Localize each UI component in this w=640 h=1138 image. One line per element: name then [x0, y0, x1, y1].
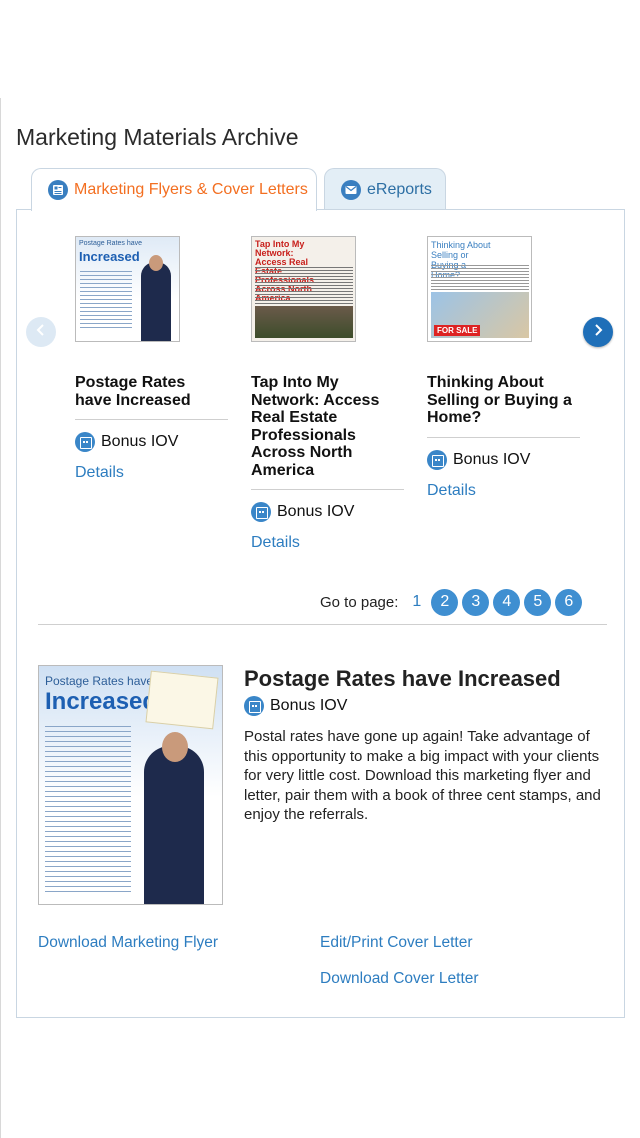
chevron-left-icon [36, 323, 46, 341]
flyer-thumbnail[interactable]: Postage Rates have Increased [75, 236, 180, 342]
carousel-next-button[interactable] [583, 317, 613, 347]
card-divider [427, 436, 580, 438]
thumbnail-headline: Increased [79, 249, 140, 264]
carousel-card: Postage Rates have Increased Postage Rat… [75, 236, 229, 482]
calendar-icon [427, 449, 447, 470]
preview-person [144, 746, 204, 904]
newsletter-icon [48, 180, 68, 200]
thumbnail-person [141, 262, 171, 341]
details-link[interactable]: Details [251, 534, 405, 552]
preview-header: Postage Rates have [45, 674, 154, 688]
page-current[interactable]: 1 [412, 593, 421, 611]
preview-headline: Increased [45, 688, 158, 715]
page-title: Marketing Materials Archive [16, 124, 299, 150]
badge-label: Bonus IOV [453, 450, 531, 468]
section-divider [38, 624, 607, 625]
bonus-badge: Bonus IOV [251, 502, 405, 522]
preview-note-card [145, 670, 219, 730]
detail-description: Postal rates have gone up again! Take ad… [244, 728, 601, 823]
thumbnail-header: Postage Rates have [79, 240, 143, 247]
thumbnail-text-lines [255, 267, 353, 307]
page-button[interactable]: 5 [524, 588, 552, 616]
tab-ereports[interactable]: eReports [324, 168, 446, 210]
page-button[interactable]: 3 [462, 588, 490, 616]
tab-label: eReports [367, 180, 432, 198]
preview-face [162, 732, 188, 762]
edit-print-letter-link[interactable]: Edit/Print Cover Letter [320, 934, 472, 952]
flyer-preview-image[interactable]: Postage Rates have Increased [38, 665, 223, 905]
tab-marketing-flyers[interactable]: Marketing Flyers & Cover Letters [31, 168, 317, 211]
calendar-icon [251, 502, 271, 522]
card-title[interactable]: Thinking About Selling or Buying a Home? [427, 374, 577, 427]
carousel-card: Thinking About Selling or Buying a Home?… [427, 236, 581, 500]
for-sale-sign: FOR SALE [434, 325, 481, 336]
carousel-card: Tap Into My Network: Access Real Estate … [251, 236, 405, 552]
details-link[interactable]: Details [427, 482, 581, 500]
detail-title: Postage Rates have Increased [244, 666, 561, 691]
page-button[interactable]: 4 [493, 588, 521, 616]
badge-label: Bonus IOV [101, 433, 179, 450]
thumbnail-face [149, 255, 163, 271]
download-letter-link[interactable]: Download Cover Letter [320, 970, 479, 988]
bonus-badge: Bonus IOV [75, 432, 229, 452]
tab-label: Marketing Flyers & Cover Letters [74, 181, 308, 198]
pagination: Go to page: 1 2 3 4 5 6 [320, 588, 586, 616]
badge-label: Bonus IOV [277, 503, 355, 520]
page-button[interactable]: 6 [555, 588, 583, 616]
page-button[interactable]: 2 [431, 588, 459, 616]
page-left-border [0, 98, 1, 1138]
bonus-badge: Bonus IOV [427, 449, 581, 470]
preview-text-lines [45, 726, 131, 896]
thumbnail-text-lines [431, 265, 529, 293]
details-link[interactable]: Details [75, 464, 229, 482]
bonus-badge: Bonus IOV [244, 696, 347, 716]
download-flyer-link[interactable]: Download Marketing Flyer [38, 934, 218, 952]
badge-label: Bonus IOV [270, 697, 348, 714]
chevron-right-icon [593, 323, 603, 341]
card-divider [75, 419, 228, 420]
carousel-prev-button[interactable] [26, 317, 56, 347]
card-title[interactable]: Postage Rates have Increased [75, 374, 225, 409]
pagination-label: Go to page: [320, 593, 399, 611]
card-divider [251, 489, 404, 490]
card-title[interactable]: Tap Into My Network: Access Real Estate … [251, 374, 401, 479]
flyer-thumbnail[interactable]: Thinking About Selling or Buying a Home?… [427, 236, 532, 342]
calendar-icon [75, 432, 95, 452]
email-icon [341, 179, 361, 200]
flyer-thumbnail[interactable]: Tap Into My Network: Access Real Estate … [251, 236, 356, 342]
thumbnail-text-lines [80, 271, 132, 331]
thumbnail-house-photo [255, 306, 353, 338]
calendar-icon [244, 696, 264, 716]
